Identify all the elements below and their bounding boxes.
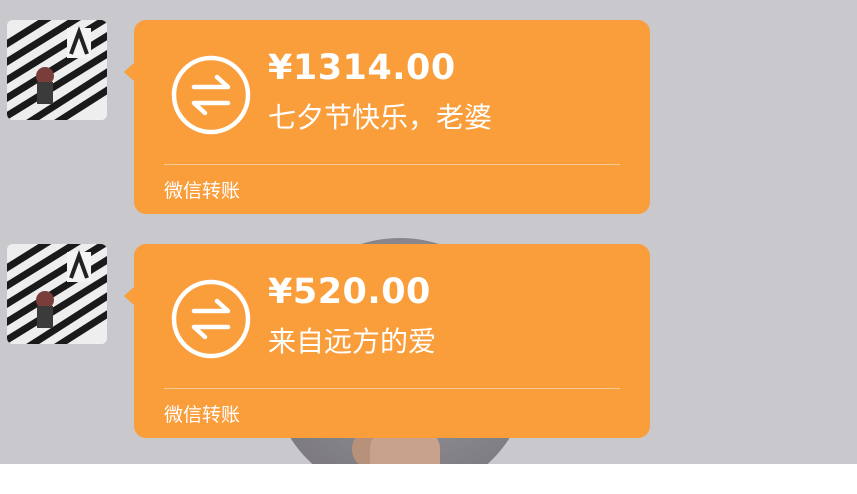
- divider: [164, 388, 620, 389]
- transfer-memo: 七夕节快乐，老婆: [268, 101, 493, 134]
- avatar[interactable]: [7, 244, 107, 344]
- transfer-footer-label: 微信转账: [164, 404, 241, 426]
- transfer-footer-label: 微信转账: [164, 180, 241, 202]
- transfer-amount: ¥520.00: [268, 272, 431, 312]
- transfer-message[interactable]: ¥1314.00 七夕节快乐，老婆 微信转账: [124, 20, 650, 214]
- chat-area: ¥1314.00 七夕节快乐，老婆 微信转账 ¥520.00 来自远方的爱 微信…: [0, 0, 857, 464]
- divider: [164, 164, 620, 165]
- transfer-message[interactable]: ¥520.00 来自远方的爱 微信转账: [124, 244, 650, 438]
- transfer-amount: ¥1314.00: [268, 48, 456, 88]
- avatar[interactable]: [7, 20, 107, 120]
- transfer-icon: [170, 278, 252, 360]
- transfer-memo: 来自远方的爱: [268, 325, 437, 358]
- transfer-icon: [170, 54, 252, 136]
